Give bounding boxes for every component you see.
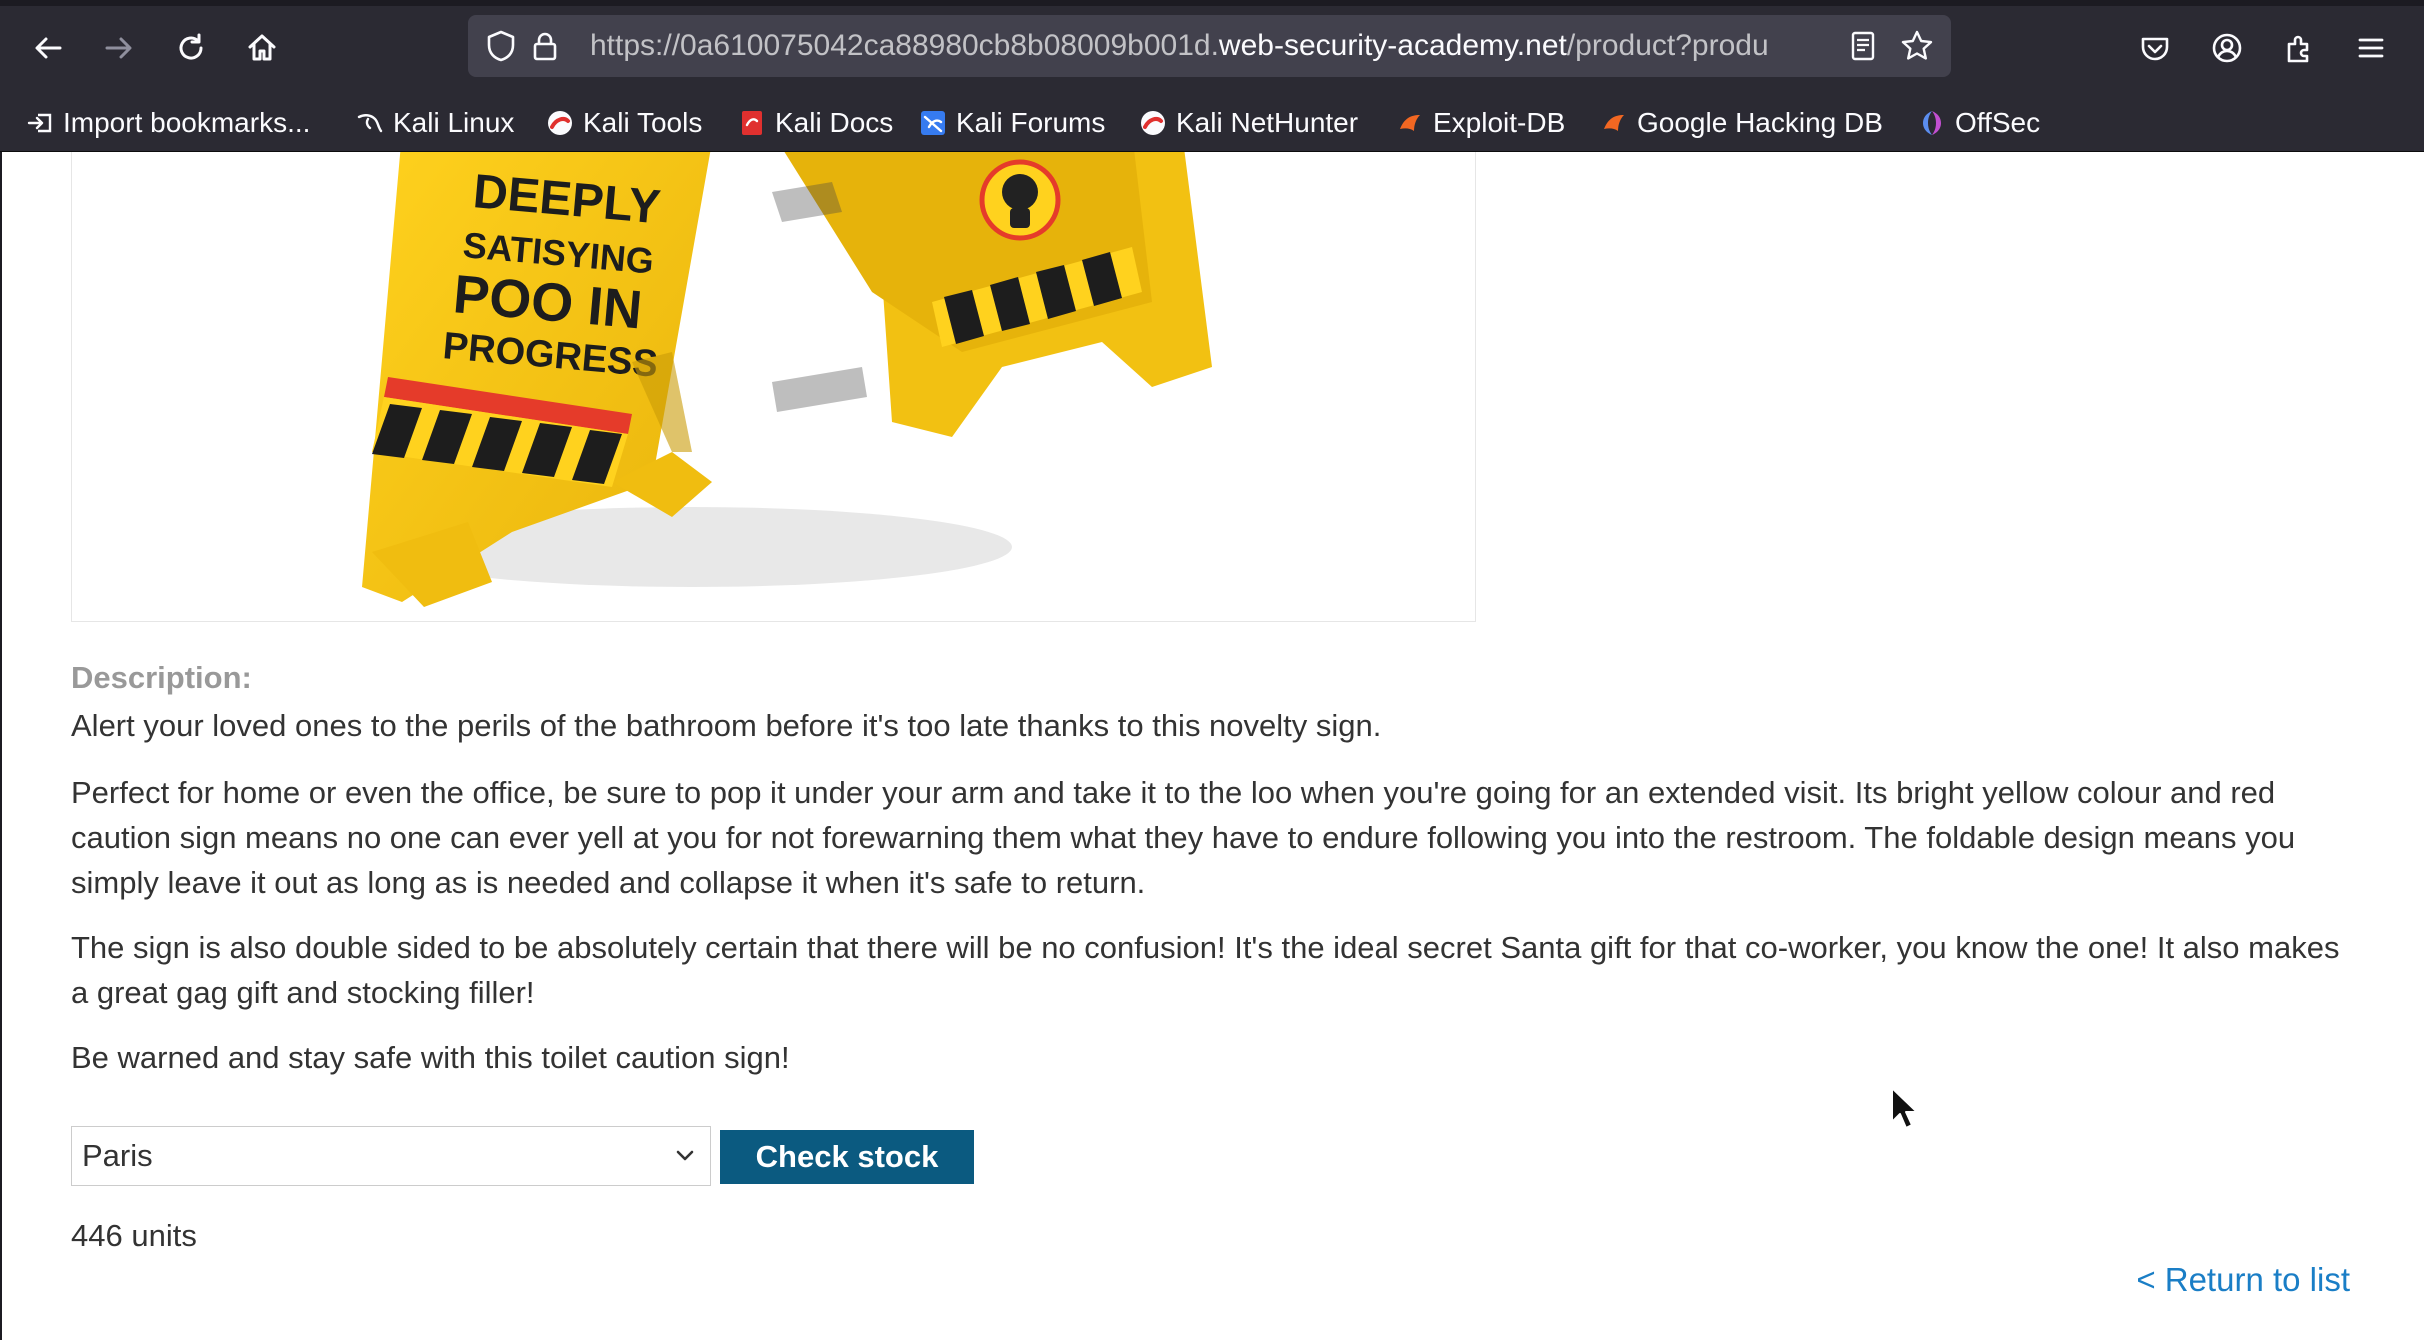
offsec-icon: [1923, 111, 1941, 135]
bookmark-google-hacking-db[interactable]: Google Hacking DB: [1600, 101, 1883, 145]
check-stock-button[interactable]: Check stock: [720, 1130, 974, 1184]
kali-nethunter-icon: [1141, 111, 1165, 135]
url-path: /product?produ: [1566, 29, 1769, 62]
product-image: DEEPLY SATISYING POO IN PROGRESS: [71, 152, 1476, 622]
hamburger-menu-icon: [2358, 38, 2384, 58]
store-select-value: Paris: [82, 1138, 153, 1173]
home-icon: [248, 34, 276, 61]
description-paragraph: Alert your loved ones to the perils of t…: [71, 708, 1382, 743]
extensions-icon: [2287, 35, 2309, 63]
chevron-down-icon: [676, 1150, 694, 1161]
description-label: Description:: [71, 660, 252, 695]
bookmark-label: Kali NetHunter: [1176, 107, 1359, 138]
bookmark-kali-linux[interactable]: Kali Linux: [356, 101, 514, 145]
bookmark-kali-nethunter[interactable]: Kali NetHunter: [1139, 101, 1358, 145]
bookmark-kali-forums[interactable]: Kali Forums: [919, 101, 1105, 145]
bookmark-label: Import bookmarks...: [63, 107, 311, 138]
bookmark-label: OffSec: [1955, 107, 2041, 138]
import-icon: [27, 113, 52, 133]
home-button[interactable]: [235, 21, 289, 75]
arrow-right-icon: [105, 37, 132, 59]
reader-view-icon[interactable]: [1846, 29, 1880, 63]
bookmark-exploit-db[interactable]: Exploit-DB: [1396, 101, 1565, 145]
kali-forums-icon: [921, 111, 945, 135]
bookmark-import[interactable]: Import bookmarks...: [26, 101, 310, 145]
bookmark-kali-tools[interactable]: Kali Tools: [546, 101, 702, 145]
url-text[interactable]: https://0a610075042ca88980cb8b08009b001d…: [590, 29, 1830, 63]
store-select[interactable]: Paris: [71, 1126, 711, 1186]
bookmark-label: Kali Forums: [956, 107, 1106, 138]
arrow-left-icon: [35, 37, 62, 59]
mouse-cursor-icon: [1891, 1087, 1918, 1129]
kali-docs-icon: [742, 111, 762, 135]
caution-sign-illustration: DEEPLY SATISYING POO IN PROGRESS: [362, 152, 1212, 607]
pocket-icon: [2141, 37, 2169, 61]
extensions-button[interactable]: [2272, 21, 2326, 75]
description-paragraph: Perfect for home or even the office, be …: [71, 775, 2296, 900]
pocket-button[interactable]: [2128, 21, 2182, 75]
url-domain: web-security-academy.net: [1218, 29, 1567, 62]
kali-tools-icon: [548, 111, 572, 135]
reload-icon: [179, 33, 203, 60]
bookmark-label: Google Hacking DB: [1637, 107, 1883, 138]
bookmarks-toolbar: Import bookmarks... Kali Linux Kali Tool…: [0, 95, 2424, 153]
ghdb-icon: [1604, 115, 1624, 131]
bookmark-label: Kali Tools: [583, 107, 703, 138]
stock-result: 446 units: [71, 1218, 197, 1253]
description-paragraph: Be warned and stay safe with this toilet…: [71, 1040, 790, 1075]
bookmark-offsec[interactable]: OffSec: [1918, 101, 2040, 145]
page-content: DEEPLY SATISYING POO IN PROGRESS Descrip…: [0, 152, 2424, 1340]
bookmark-label: Kali Docs: [775, 107, 894, 138]
app-menu-button[interactable]: [2344, 21, 2398, 75]
bookmark-label: Kali Linux: [393, 107, 515, 138]
reload-button[interactable]: [164, 21, 218, 75]
back-button[interactable]: [21, 21, 75, 75]
return-to-list-link[interactable]: < Return to list: [2136, 1261, 2350, 1299]
url-prefix: https://0a610075042ca88980cb8b08009b001d…: [590, 29, 1219, 62]
bookmark-label: Exploit-DB: [1433, 107, 1566, 138]
exploit-db-icon: [1400, 115, 1420, 131]
lock-icon[interactable]: [528, 29, 562, 63]
bookmark-kali-docs[interactable]: Kali Docs: [738, 101, 893, 145]
account-icon: [2212, 33, 2242, 63]
address-bar[interactable]: https://0a610075042ca88980cb8b08009b001d…: [468, 15, 1951, 77]
kali-dragon-icon: [357, 114, 383, 133]
star-icon[interactable]: [1900, 29, 1934, 63]
shield-icon[interactable]: [484, 29, 518, 63]
forward-button[interactable]: [92, 21, 146, 75]
window-top-edge: [0, 0, 2424, 6]
browser-toolbar: https://0a610075042ca88980cb8b08009b001d…: [0, 0, 2424, 95]
account-button[interactable]: [2200, 21, 2254, 75]
description-paragraph: The sign is also double sided to be abso…: [71, 930, 2340, 1010]
